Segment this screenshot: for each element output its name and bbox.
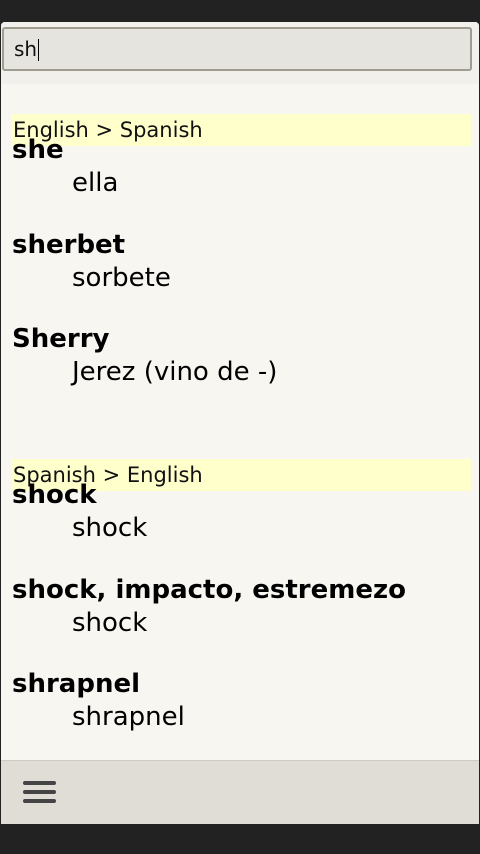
results-list[interactable]: English > Spanish she ella sherbet sorbe…: [1, 84, 479, 760]
status-bar: [0, 0, 480, 22]
search-area: sh: [1, 22, 479, 84]
menu-button[interactable]: [15, 775, 65, 809]
hamburger-menu-icon-line: [23, 790, 56, 794]
entry-definition: shock: [72, 608, 148, 638]
bottom-toolbar: [1, 760, 479, 824]
hamburger-menu-icon-line: [23, 799, 56, 803]
entry-term[interactable]: shock: [12, 479, 97, 511]
entry-term[interactable]: shrapnel: [12, 668, 140, 700]
entry-term[interactable]: sherbet: [12, 229, 125, 261]
entry-term[interactable]: Sherry: [12, 323, 109, 355]
navigation-bar: [0, 824, 480, 854]
entry-definition: ella: [72, 168, 119, 198]
entry-definition: shrapnel: [72, 702, 185, 732]
entry-term[interactable]: shock, impacto, estremezo: [12, 574, 406, 606]
search-input-value: sh: [14, 37, 38, 61]
search-input[interactable]: sh: [2, 27, 472, 71]
entry-term[interactable]: she: [12, 134, 64, 166]
entry-definition: sorbete: [72, 263, 171, 293]
text-cursor: [38, 38, 40, 61]
entry-definition: Jerez (vino de -): [72, 357, 278, 387]
dictionary-app: sh English > Spanish she ella sherbet so…: [1, 22, 479, 824]
hamburger-menu-icon: [23, 781, 56, 785]
entry-definition: shock: [72, 513, 148, 543]
section-header-english-spanish: English > Spanish: [11, 114, 471, 146]
